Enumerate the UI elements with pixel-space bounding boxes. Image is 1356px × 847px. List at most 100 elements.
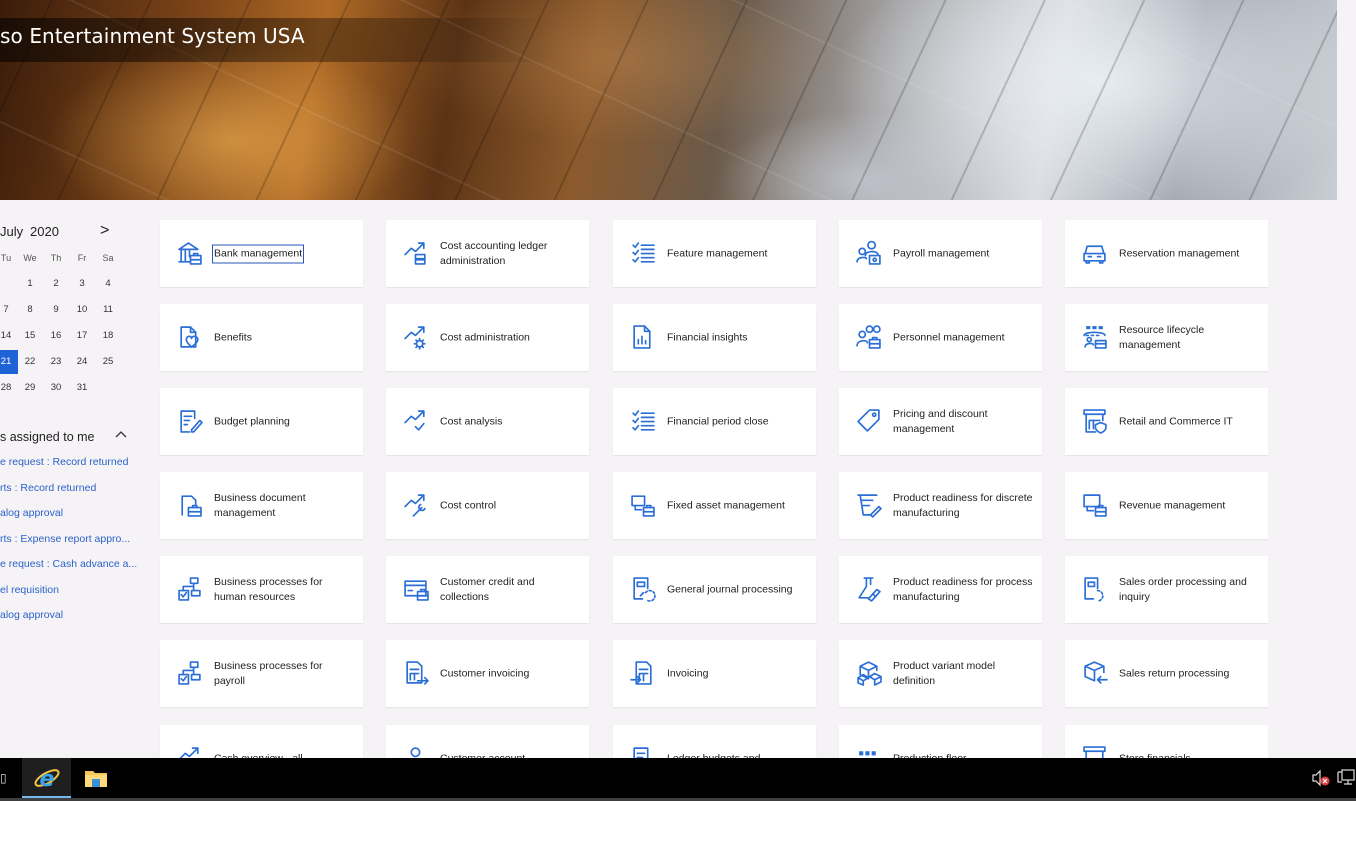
taskbar-edge — [0, 798, 1356, 801]
calendar-weekday: We — [23, 253, 37, 263]
tile-customer-invoicing[interactable]: Customer invoicing — [386, 640, 589, 707]
calendar-day[interactable]: 16 — [44, 324, 68, 348]
work-items-list: e request : Record returned rts : Record … — [0, 456, 137, 635]
calendar-day[interactable]: 10 — [70, 298, 94, 322]
calendar-day[interactable]: 8 — [18, 298, 42, 322]
calendar-day[interactable]: 3 — [70, 272, 94, 296]
work-item-link[interactable]: e request : Cash advance a... — [0, 558, 137, 584]
company-title: so Entertainment System USA — [0, 24, 305, 48]
tile-product-readiness-for-process-manufacturing[interactable]: Product readiness for process manufactur… — [839, 556, 1042, 623]
tile-product-readiness-for-discrete-manufacturing[interactable]: Product readiness for discrete manufactu… — [839, 472, 1042, 539]
tile-store-financials[interactable]: Store financials — [1065, 725, 1268, 758]
tile-ledger-budgets-and[interactable]: Ledger budgets and — [613, 725, 816, 758]
tile-financial-insights[interactable]: Financial insights — [613, 304, 816, 371]
calendar-day[interactable]: 25 — [96, 350, 120, 374]
trend-gear-icon — [403, 324, 429, 350]
work-items-title: s assigned to me — [0, 430, 95, 444]
tile-cost-analysis[interactable]: Cost analysis — [386, 388, 589, 455]
tile-production-floor[interactable]: Production floor — [839, 725, 1042, 758]
work-item-link[interactable]: el requisition — [0, 584, 137, 610]
trend-check-icon — [403, 408, 429, 434]
tile-customer-account[interactable]: Customer account — [386, 725, 589, 758]
tile-budget-planning[interactable]: Budget planning — [160, 388, 363, 455]
tile-label: Personnel management — [893, 331, 1005, 343]
volume-muted-icon[interactable] — [1310, 768, 1332, 788]
calendar-day[interactable]: 1 — [18, 272, 42, 296]
fixed-asset-icon — [630, 492, 656, 518]
sales-return-icon — [1082, 660, 1108, 686]
tile-label: Product variant model definition — [893, 659, 996, 687]
tile-resource-lifecycle-management[interactable]: Resource lifecycle management — [1065, 304, 1268, 371]
tile-retail-and-commerce-it[interactable]: Retail and Commerce IT — [1065, 388, 1268, 455]
calendar-day[interactable]: 11 — [96, 298, 120, 322]
calendar-day[interactable]: 23 — [44, 350, 68, 374]
work-item-link[interactable]: alog approval — [0, 507, 137, 533]
chevron-up-icon[interactable] — [114, 428, 128, 445]
tile-revenue-management[interactable]: Revenue management — [1065, 472, 1268, 539]
tile-pricing-and-discount-management[interactable]: Pricing and discount management — [839, 388, 1042, 455]
calendar-weekday: Fr — [77, 253, 87, 263]
calendar-day[interactable]: 4 — [96, 272, 120, 296]
tile-business-processes-for-human-resources[interactable]: Business processes for human resources — [160, 556, 363, 623]
tile-customer-credit-and-collections[interactable]: Customer credit and collections — [386, 556, 589, 623]
tile-benefits[interactable]: Benefits — [160, 304, 363, 371]
tile-product-variant-model-definition[interactable]: Product variant model definition — [839, 640, 1042, 707]
trend-ledger-icon — [403, 240, 429, 266]
task-view-button[interactable]: ▯ — [0, 758, 14, 798]
calendar-day[interactable]: 24 — [70, 350, 94, 374]
tile-reservation-management[interactable]: Reservation management — [1065, 220, 1268, 287]
calendar-day[interactable]: 9 — [44, 298, 68, 322]
tile-label: Fixed asset management — [667, 499, 785, 511]
work-item-link[interactable]: rts : Expense report appro... — [0, 533, 137, 559]
tile-invoicing[interactable]: Invoicing — [613, 640, 816, 707]
work-item-link[interactable]: rts : Record returned — [0, 482, 137, 508]
tile-label: Resource lifecycle management — [1119, 323, 1205, 351]
calendar-day[interactable]: 30 — [44, 376, 68, 400]
tile-financial-period-close[interactable]: Financial period close — [613, 388, 816, 455]
calendar-day-selected[interactable]: 21 — [0, 350, 18, 374]
calendar-day[interactable]: 28 — [0, 376, 18, 400]
tile-bank-management[interactable]: Bank management — [160, 220, 363, 287]
tile-sales-order-processing-and-inquiry[interactable]: Sales order processing and inquiry — [1065, 556, 1268, 623]
tile-label: Financial period close — [667, 415, 769, 427]
work-item-link[interactable]: e request : Record returned — [0, 456, 137, 482]
invoice-icon — [630, 660, 656, 686]
tile-general-journal-processing[interactable]: General journal processing — [613, 556, 816, 623]
checklist-icon — [630, 240, 656, 266]
ledger-budget-icon — [630, 745, 656, 758]
calendar-day[interactable]: 31 — [70, 376, 94, 400]
tile-payroll-management[interactable]: Payroll management — [839, 220, 1042, 287]
tile-business-document-management[interactable]: Business document management — [160, 472, 363, 539]
tile-cost-accounting-ledger-administration[interactable]: Cost accounting ledger administration — [386, 220, 589, 287]
calendar-day[interactable]: 22 — [18, 350, 42, 374]
taskbar: ▯ e — [0, 758, 1356, 798]
calendar-day[interactable]: 14 — [0, 324, 18, 348]
work-item-link[interactable]: alog approval — [0, 609, 137, 635]
tile-cash-overview-all[interactable]: Cash overview - all — [160, 725, 363, 758]
resource-lifecycle-icon — [1082, 324, 1108, 350]
taskbar-internet-explorer[interactable]: e — [22, 758, 71, 798]
bank-icon — [177, 240, 203, 266]
calendar-day[interactable]: 2 — [44, 272, 68, 296]
tile-label: Cost administration — [440, 331, 530, 343]
tile-fixed-asset-management[interactable]: Fixed asset management — [613, 472, 816, 539]
tile-cost-control[interactable]: Cost control — [386, 472, 589, 539]
tile-label: Reservation management — [1119, 247, 1240, 259]
calendar-day[interactable]: 18 — [96, 324, 120, 348]
tile-sales-return-processing[interactable]: Sales return processing — [1065, 640, 1268, 707]
calendar-day[interactable]: 7 — [0, 298, 18, 322]
calendar-day[interactable]: 29 — [18, 376, 42, 400]
product-variant-icon — [856, 660, 882, 686]
calendar-year[interactable]: 2020 — [30, 224, 59, 239]
next-month-button[interactable]: > — [100, 222, 109, 240]
calendar-day[interactable]: 15 — [18, 324, 42, 348]
calendar-month[interactable]: July — [0, 224, 23, 239]
taskbar-file-explorer[interactable] — [74, 758, 118, 798]
business-process-icon — [177, 660, 203, 686]
network-icon[interactable] — [1336, 768, 1356, 788]
tile-cost-administration[interactable]: Cost administration — [386, 304, 589, 371]
tile-feature-management[interactable]: Feature management — [613, 220, 816, 287]
tile-business-processes-for-payroll[interactable]: Business processes for payroll — [160, 640, 363, 707]
tile-personnel-management[interactable]: Personnel management — [839, 304, 1042, 371]
calendar-day[interactable]: 17 — [70, 324, 94, 348]
